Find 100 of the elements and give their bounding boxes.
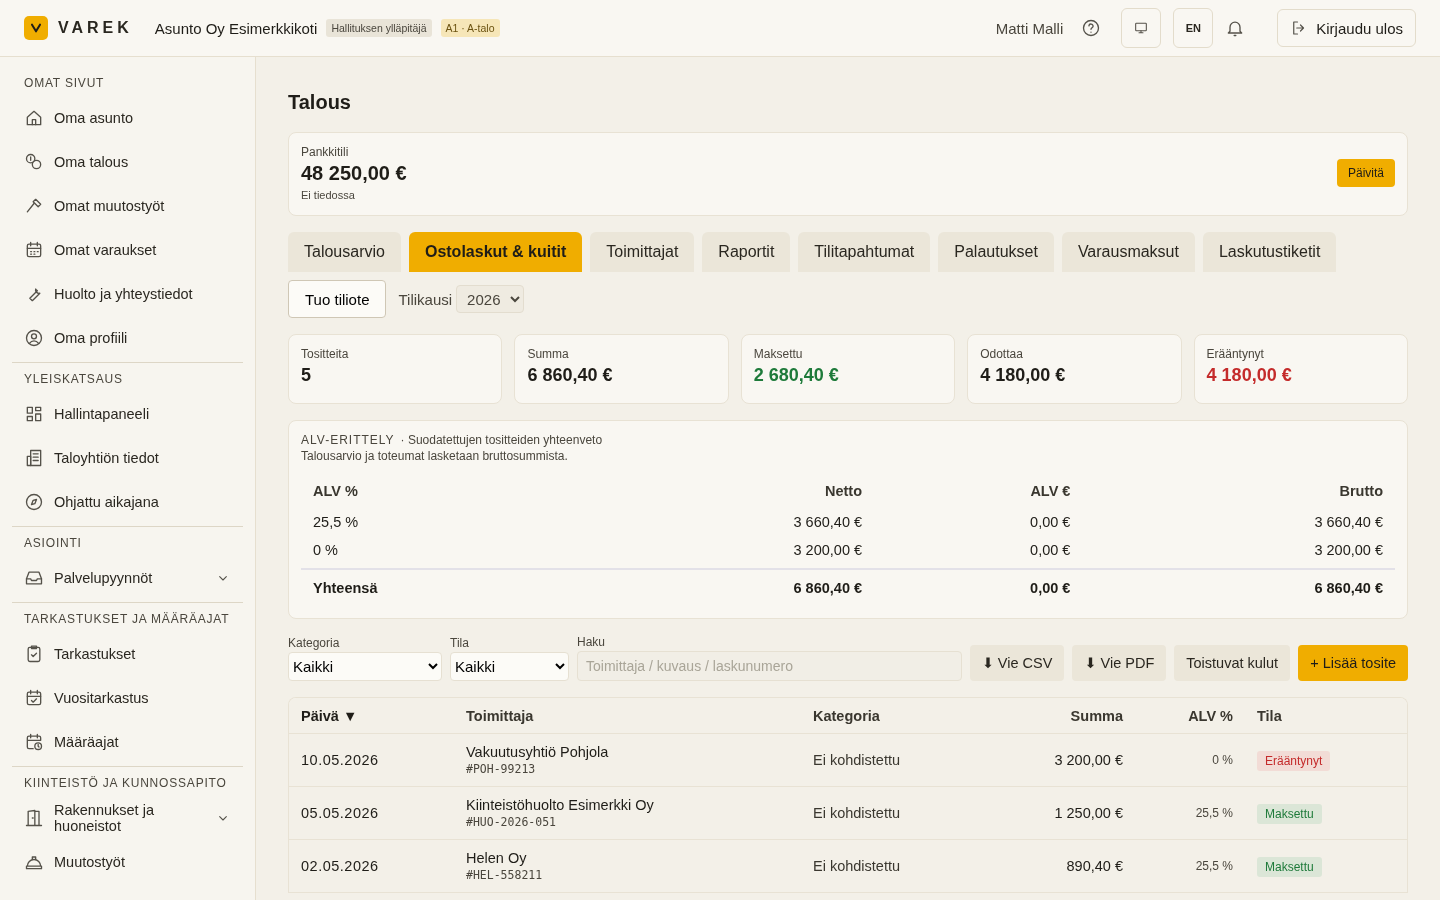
status-badge: Maksettu <box>1257 804 1322 824</box>
table-cell-text: Ei kohdistettu <box>813 858 902 874</box>
help-icon <box>1081 18 1102 38</box>
table-cell-text: 25,5 % <box>1194 859 1233 873</box>
org-name: Asunto Oy Esimerkkikoti <box>154 19 318 37</box>
user-icon <box>24 328 44 348</box>
sidebar-item[interactable]: Oma talous <box>12 140 243 184</box>
home-icon <box>24 108 44 128</box>
table-cell-text: 0 % <box>312 541 339 560</box>
import-button[interactable]: Tuo tiliote <box>288 280 387 318</box>
door-icon <box>24 808 44 828</box>
building-icon <box>24 448 44 468</box>
user-name: Matti Malli <box>995 19 1064 37</box>
table-cell-text: 890,40 € <box>1065 858 1123 874</box>
table-cell-text: 3 200,00 € <box>792 541 864 560</box>
role-badge: A1 · A-talo <box>440 19 500 37</box>
bank-label: Pankkitili <box>301 145 350 159</box>
supplier-name: Helen Oy <box>466 850 528 866</box>
tab[interactable]: Toimittajat <box>590 232 695 272</box>
sidebar-item[interactable]: Tarkastukset <box>12 632 243 676</box>
sidebar-item[interactable]: Muutostyöt <box>12 840 243 884</box>
sidebar-item[interactable]: Hallintapaneeli <box>12 392 243 436</box>
stat-label: Maksettu <box>753 347 804 361</box>
total-cell: 0,00 € <box>874 568 1083 602</box>
tab[interactable]: Laskutustiketit <box>1202 232 1337 272</box>
role-badge: Hallituksen ylläpitäjä <box>326 19 432 37</box>
section-heading: TARKASTUKSET JA MÄÄRÄAJAT <box>23 611 231 628</box>
table-cell-text: Ei kohdistettu <box>813 752 902 768</box>
category-select[interactable]: Kaikki <box>288 652 442 681</box>
table-cell-text: 25,5 % <box>312 513 360 532</box>
sidebar-item[interactable]: Oma asunto <box>12 96 243 140</box>
invoice-number: #HUO-2026-051 <box>466 815 557 829</box>
sidebar-item[interactable]: Oma profiili <box>12 316 243 360</box>
calendar-clock-icon <box>24 732 44 752</box>
column-header: Toimittaja <box>466 707 535 724</box>
vat-title: ALV-ERITTELY <box>301 433 395 447</box>
sidebar-item[interactable]: Omat varaukset <box>12 228 243 272</box>
sidebar-item[interactable]: Määräajat <box>12 720 243 764</box>
section-heading: YLEISKATSAUS <box>23 371 124 388</box>
section-heading: ASIOINTI <box>23 535 83 552</box>
table-cell-text: 05.05.2026 <box>301 805 380 821</box>
table-cell-text: 3 200,00 € <box>1053 752 1123 768</box>
display-button[interactable] <box>1121 8 1162 48</box>
bank-note: Ei tiedossa <box>301 189 356 201</box>
stat-value: 4 180,00 € <box>980 365 1067 386</box>
monitor-icon <box>1133 20 1150 36</box>
tab[interactable]: Talousarvio <box>288 232 401 272</box>
table-cell-text: 25,5 % <box>1194 806 1233 820</box>
tab[interactable]: Raportit <box>702 232 791 272</box>
stat-label: Erääntynyt <box>1206 347 1265 361</box>
stat-value: 6 860,40 € <box>527 365 614 386</box>
coins-icon <box>24 152 44 172</box>
sidebar-item[interactable]: Omat muutostyöt <box>12 184 243 228</box>
column-header: Netto <box>824 482 864 501</box>
search-field[interactable]: Toimittaja / kuvaus / laskunumero <box>577 651 962 681</box>
tab[interactable]: Tilitapahtumat <box>798 232 931 272</box>
table-cell-text: Ei kohdistettu <box>813 805 902 821</box>
table-cell-text: 0,00 € <box>1029 513 1072 532</box>
table-cell-text: 0 % <box>1211 753 1233 767</box>
status-badge: Maksettu <box>1257 857 1322 877</box>
table-cell-text: 3 660,40 € <box>792 513 864 532</box>
sidebar-item[interactable]: Taloyhtiön tiedot <box>12 436 243 480</box>
tab[interactable]: Palautukset <box>938 232 1054 272</box>
invoice-number: #POH-99213 <box>466 762 537 776</box>
sidebar-item[interactable]: Vuositarkastus <box>12 676 243 720</box>
export-button[interactable]: Toistuvat kulut <box>1174 645 1291 681</box>
period-label: Tilikausi <box>398 290 453 308</box>
calendar-icon <box>24 240 44 260</box>
sidebar-item[interactable]: Ohjattu aikajana <box>12 480 243 524</box>
sort-header[interactable]: Päivä ▼ <box>301 707 466 724</box>
column-header: Summa <box>1069 707 1123 724</box>
status-select[interactable]: Kaikki <box>450 652 569 681</box>
section-heading: KIINTEISTÖ JA KUNNOSSAPITO <box>23 775 228 792</box>
period-select[interactable]: 2026 <box>456 285 525 313</box>
logout-button[interactable]: Kirjaudu ulos <box>1277 9 1416 47</box>
language-button[interactable]: EN <box>1173 8 1214 48</box>
table-cell-text: 0,00 € <box>1029 541 1072 560</box>
table-cell-text: 1 250,00 € <box>1053 805 1123 821</box>
vat-subtitle: · Suodatettujen tositteiden yhteenveto <box>400 433 603 447</box>
section-heading: OMAT SIVUT <box>23 75 106 92</box>
refresh-button[interactable]: Päivitä <box>1336 159 1395 187</box>
compass-icon <box>24 492 44 512</box>
tab[interactable]: Ostolaskut & kuitit <box>408 232 583 272</box>
page-title: Talous <box>288 91 352 114</box>
sidebar-item[interactable]: Rakennukset ja huoneistot <box>12 796 243 840</box>
supplier-name: Kiinteistöhuolto Esimerkki Oy <box>466 797 655 813</box>
column-header: ALV % <box>1187 707 1233 724</box>
status-badge: Erääntynyt <box>1257 751 1331 771</box>
sidebar-item[interactable]: Palvelupyynnöt <box>12 556 243 600</box>
field-label: Kategoria <box>288 636 341 650</box>
export-button[interactable]: ⬇ Vie CSV <box>969 645 1065 681</box>
stat-value: 2 680,40 € <box>753 365 840 386</box>
sidebar-item[interactable]: Huolto ja yhteystiedot <box>12 272 243 316</box>
add-button[interactable]: + Lisää tosite <box>1298 645 1408 681</box>
tab[interactable]: Varausmaksut <box>1061 232 1195 272</box>
table-cell-text: 3 200,00 € <box>1313 541 1384 560</box>
column-header: ALV % <box>312 482 359 501</box>
supplier-name: Vakuutusyhtiö Pohjola <box>466 744 610 760</box>
export-button[interactable]: ⬇ Vie PDF <box>1072 645 1167 681</box>
field-label: Haku <box>577 635 606 649</box>
